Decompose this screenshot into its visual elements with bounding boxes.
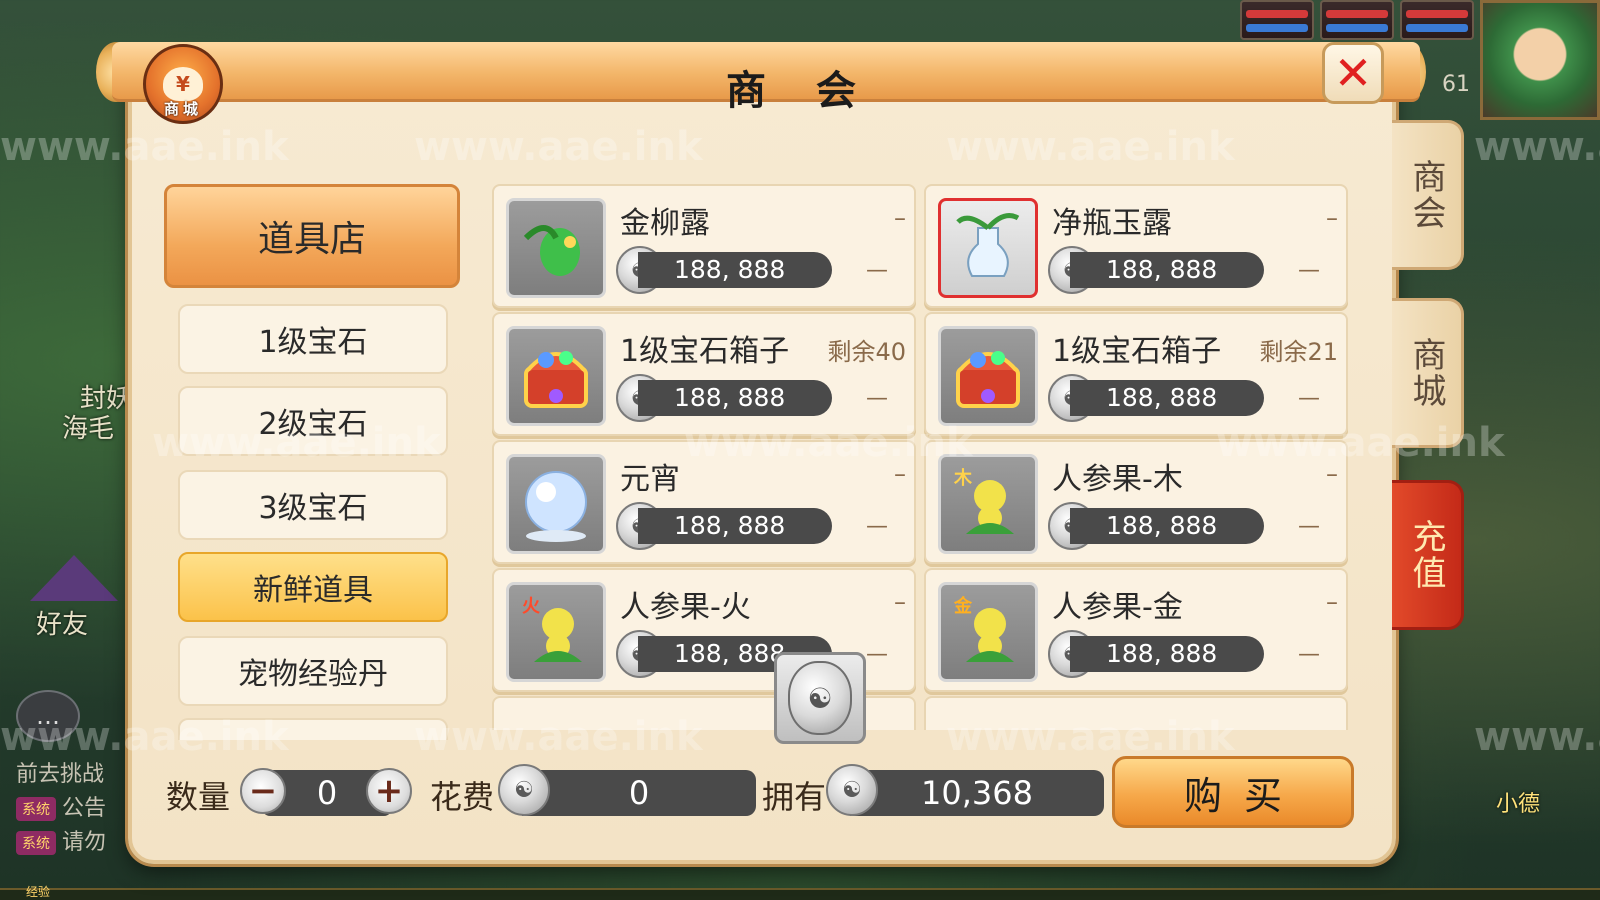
- item-name: 1级宝石箱子: [1052, 334, 1222, 369]
- gem-chest-icon[interactable]: [506, 326, 606, 426]
- status-bar: [1320, 0, 1394, 40]
- item-card[interactable]: 金人参果-金–☯188, 888—: [924, 568, 1348, 692]
- item-name: 人参果-木: [1052, 462, 1183, 497]
- chat-tag: 系统: [16, 831, 56, 855]
- item-stock: –: [894, 460, 906, 488]
- item-name: 人参果-火: [620, 590, 751, 625]
- category-gem-2[interactable]: 2级宝石: [178, 386, 448, 456]
- quantity-increase-button[interactable]: +: [366, 768, 412, 814]
- item-card-partial: [924, 696, 1348, 730]
- pearl-icon[interactable]: [506, 454, 606, 554]
- item-card[interactable]: 净瓶玉露–☯188, 888—: [924, 184, 1348, 308]
- item-price: 188, 888: [1070, 508, 1264, 544]
- item-stock: –: [894, 588, 906, 616]
- svg-text:金: 金: [953, 595, 973, 617]
- item-trend: —: [1298, 258, 1320, 283]
- item-name: 金柳露: [620, 206, 710, 241]
- quantity-decrease-button[interactable]: −: [240, 768, 286, 814]
- item-trend: —: [866, 386, 888, 411]
- plus-icon: +: [374, 771, 404, 811]
- category-main[interactable]: 道具店: [164, 184, 460, 288]
- green-seed-icon[interactable]: [506, 198, 606, 298]
- ginseng-fire-icon[interactable]: 火: [506, 582, 606, 682]
- shop-badge-label: 商城: [163, 100, 202, 118]
- svg-text:火: 火: [522, 596, 541, 617]
- svg-text:木: 木: [953, 467, 973, 489]
- chat-tag: 系统: [16, 797, 56, 821]
- tab-mall[interactable]: 商城: [1392, 298, 1464, 448]
- item-stock: 剩余40: [827, 338, 906, 366]
- bg-npc-label: 海毛: [62, 414, 115, 444]
- category-fresh-items[interactable]: 新鲜道具: [178, 552, 448, 622]
- item-stock: –: [1326, 588, 1338, 616]
- money-bag-icon: ¥: [163, 67, 203, 101]
- chat-bubble-icon[interactable]: …: [16, 690, 80, 742]
- item-trend: —: [866, 642, 888, 667]
- watermark: www.aae.ink: [1474, 124, 1600, 170]
- cost-value: 0: [522, 770, 756, 816]
- item-name: 1级宝石箱子: [620, 334, 790, 369]
- owned-value: 10,368: [850, 770, 1104, 816]
- item-trend: —: [866, 258, 888, 283]
- buy-button[interactable]: 购买: [1112, 756, 1354, 828]
- item-stock: 剩余21: [1259, 338, 1338, 366]
- friend-label: 好友: [36, 610, 89, 640]
- item-stock: –: [1326, 204, 1338, 232]
- item-name: 元宵: [620, 462, 680, 497]
- silver-coin-icon: ☯: [498, 764, 550, 816]
- silver-coin-icon: ☯: [788, 661, 852, 735]
- gem-chest-icon[interactable]: [938, 326, 1038, 426]
- item-price: 188, 888: [638, 380, 832, 416]
- item-card[interactable]: 1级宝石箱子剩余40☯188, 888—: [492, 312, 916, 436]
- chat-line: 前去挑战: [16, 762, 105, 787]
- category-gem-1[interactable]: 1级宝石: [178, 304, 448, 374]
- npc-name-label: 小德: [1495, 792, 1540, 817]
- item-trend: —: [1298, 386, 1320, 411]
- item-name: 净瓶玉露: [1052, 206, 1172, 241]
- shop-badge: ¥ 商城: [143, 44, 223, 124]
- item-card[interactable]: 1级宝石箱子剩余21☯188, 888—: [924, 312, 1348, 436]
- item-stock: –: [1326, 460, 1338, 488]
- status-bar: [1400, 0, 1474, 40]
- category-pet-exp[interactable]: 宠物经验丹: [178, 636, 448, 706]
- chat-line: 系统 公告: [16, 790, 106, 822]
- tab-recharge[interactable]: 充值: [1392, 480, 1464, 630]
- friend-icon[interactable]: [30, 555, 118, 601]
- close-button[interactable]: ✕: [1322, 42, 1384, 104]
- item-card[interactable]: 元宵–☯188, 888—: [492, 440, 916, 564]
- quantity-label: 数量: [166, 778, 231, 816]
- minus-icon: −: [248, 771, 278, 811]
- item-price: 188, 888: [1070, 380, 1264, 416]
- item-card[interactable]: 木人参果-木–☯188, 888—: [924, 440, 1348, 564]
- item-name: 人参果-金: [1052, 590, 1183, 625]
- item-trend: —: [866, 514, 888, 539]
- watermark: www.aae.ink: [1474, 714, 1600, 760]
- item-price: 188, 888: [638, 252, 832, 288]
- item-card[interactable]: 金柳露–☯188, 888—: [492, 184, 916, 308]
- item-price: 188, 888: [638, 508, 832, 544]
- silver-coin-icon: ☯: [826, 764, 878, 816]
- chat-line: 系统 请勿: [16, 824, 106, 856]
- jade-vase-icon[interactable]: [938, 198, 1038, 298]
- item-trend: —: [1298, 642, 1320, 667]
- exp-label: 经验: [26, 885, 51, 899]
- item-price: 188, 888: [1070, 636, 1264, 672]
- item-trend: —: [1298, 514, 1320, 539]
- status-bar: [1240, 0, 1314, 40]
- ginseng-gold-icon[interactable]: 金: [938, 582, 1038, 682]
- close-icon: ✕: [1333, 46, 1373, 100]
- item-price: 188, 888: [1070, 252, 1264, 288]
- exp-bar: [0, 888, 1600, 900]
- tab-commerce[interactable]: 商会: [1392, 120, 1464, 270]
- category-partial: [178, 718, 448, 740]
- owned-label: 拥有: [762, 778, 827, 816]
- top-status-bars: [1240, 0, 1474, 40]
- category-gem-3[interactable]: 3级宝石: [178, 470, 448, 540]
- cost-label: 花费: [430, 778, 495, 816]
- ginseng-wood-icon[interactable]: 木: [938, 454, 1038, 554]
- item-grid[interactable]: 金柳露–☯188, 888—净瓶玉露–☯188, 888—1级宝石箱子剩余40☯…: [492, 184, 1354, 730]
- coin-tooltip: ☯: [774, 652, 866, 744]
- item-stock: –: [894, 204, 906, 232]
